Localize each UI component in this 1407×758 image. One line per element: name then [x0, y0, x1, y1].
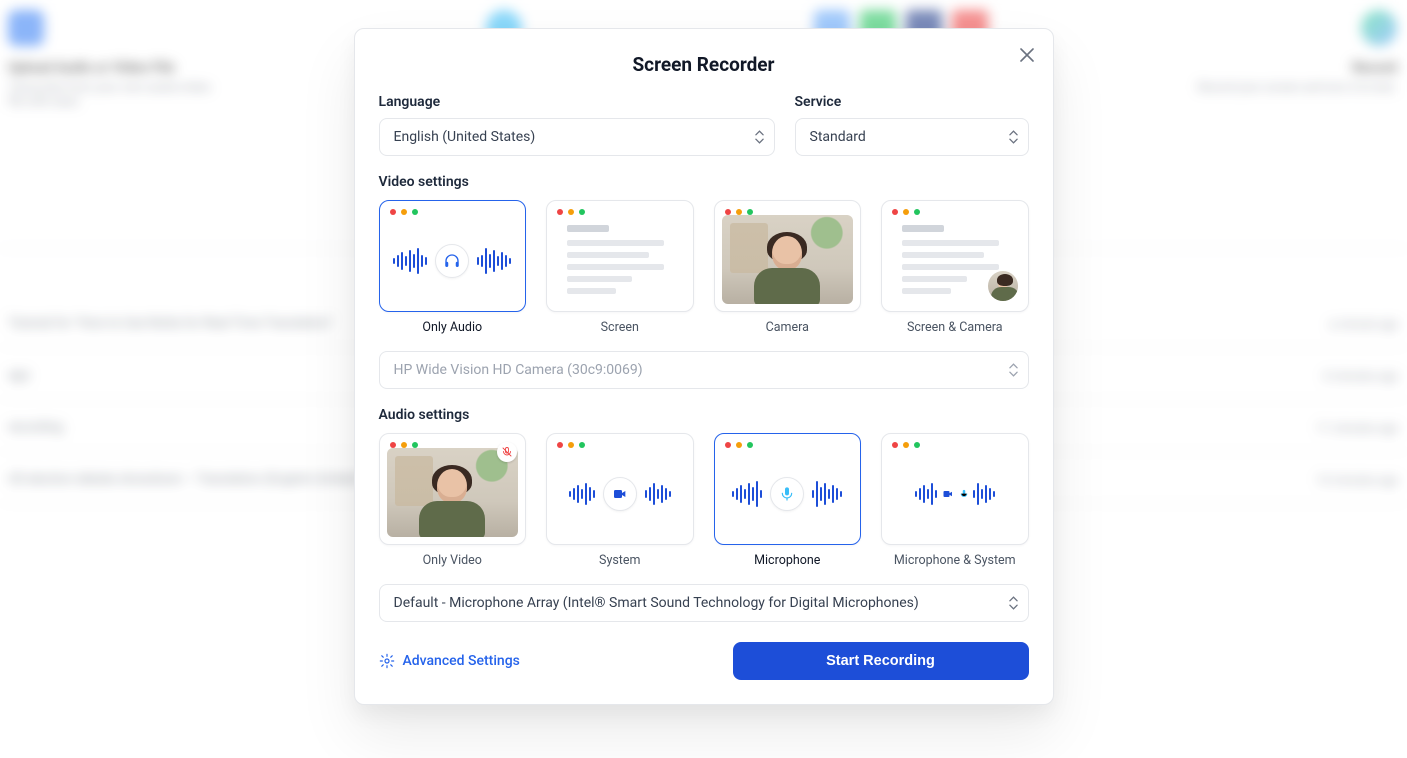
audio-option-label: System — [599, 553, 640, 568]
start-recording-button[interactable]: Start Recording — [733, 642, 1029, 680]
video-option-label: Only Audio — [422, 320, 482, 335]
service-select[interactable]: Standard — [795, 118, 1029, 156]
video-option-screen-camera[interactable] — [881, 200, 1029, 312]
video-settings-label: Video settings — [379, 174, 1029, 190]
service-label: Service — [795, 94, 1029, 110]
waveform-icon — [645, 483, 671, 505]
camera-select[interactable]: HP Wide Vision HD Camera (30c9:0069) — [379, 351, 1029, 389]
video-option-label: Camera — [766, 320, 809, 335]
waveform-icon — [915, 483, 937, 505]
start-recording-label: Start Recording — [826, 653, 935, 669]
audio-settings-label: Audio settings — [379, 407, 1029, 423]
waveform-icon — [393, 248, 427, 274]
service-value: Standard — [810, 129, 866, 145]
advanced-settings-label: Advanced Settings — [403, 653, 520, 669]
screen-recorder-modal: Screen Recorder Language English (United… — [354, 28, 1054, 705]
video-option-only-audio[interactable] — [379, 200, 527, 312]
chevron-updown-icon — [1009, 363, 1018, 377]
waveform-icon — [569, 483, 595, 505]
microphone-icon — [770, 477, 804, 511]
waveform-icon — [732, 481, 762, 507]
microphone-small-icon — [959, 487, 969, 501]
audio-option-label: Microphone — [754, 553, 820, 568]
waveform-icon — [477, 248, 511, 274]
video-option-label: Screen & Camera — [907, 320, 1003, 335]
mic-muted-icon — [497, 442, 517, 462]
microphone-select[interactable]: Default - Microphone Array (Intel® Smart… — [379, 584, 1029, 622]
close-icon[interactable] — [1015, 43, 1039, 67]
video-option-label: Screen — [601, 320, 639, 335]
chevron-updown-icon — [1009, 130, 1018, 144]
camera-value: HP Wide Vision HD Camera (30c9:0069) — [394, 362, 643, 378]
headphones-icon — [435, 244, 469, 278]
video-small-icon — [941, 488, 955, 500]
chevron-updown-icon — [1009, 596, 1018, 610]
audio-option-only-video[interactable] — [379, 433, 527, 545]
camera-preview-icon — [722, 215, 854, 304]
microphone-value: Default - Microphone Array (Intel® Smart… — [394, 595, 919, 611]
language-select[interactable]: English (United States) — [379, 118, 775, 156]
waveform-icon — [973, 483, 995, 505]
audio-option-microphone[interactable] — [714, 433, 862, 545]
camera-preview-icon — [387, 448, 519, 537]
gear-icon — [379, 653, 395, 669]
video-option-screen[interactable] — [546, 200, 694, 312]
waveform-icon — [812, 481, 842, 507]
advanced-settings-link[interactable]: Advanced Settings — [379, 653, 520, 669]
audio-option-label: Only Video — [423, 553, 482, 568]
video-option-camera[interactable] — [714, 200, 862, 312]
audio-option-microphone-system[interactable] — [881, 433, 1029, 545]
audio-option-label: Microphone & System — [894, 553, 1016, 568]
document-preview-icon — [555, 219, 685, 303]
language-value: English (United States) — [394, 129, 536, 145]
video-options: Only Audio Screen — [379, 200, 1029, 335]
audio-options: Only Video System — [379, 433, 1029, 568]
audio-option-system[interactable] — [546, 433, 694, 545]
modal-title: Screen Recorder — [379, 53, 1029, 76]
language-label: Language — [379, 94, 775, 110]
camera-pip-icon — [986, 269, 1020, 303]
video-icon — [603, 477, 637, 511]
chevron-updown-icon — [755, 130, 764, 144]
